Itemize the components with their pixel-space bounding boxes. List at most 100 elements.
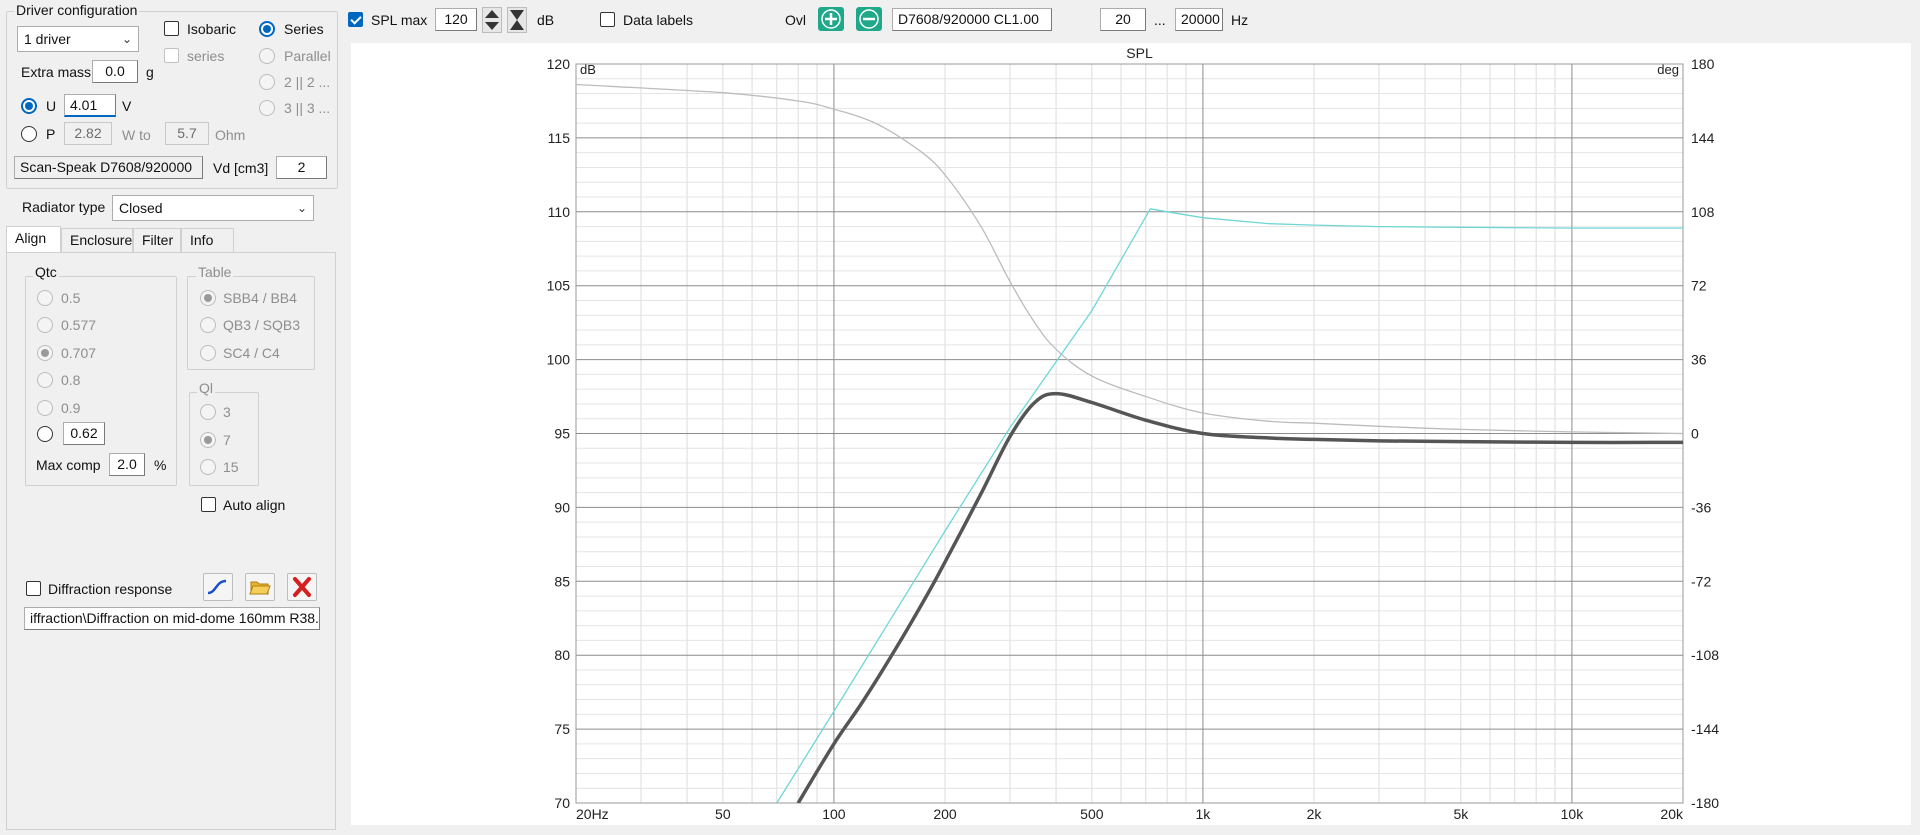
qtc-option-label: 0.707 [61, 345, 97, 361]
spl-spinner-button[interactable] [482, 7, 502, 33]
u-label: U [46, 98, 57, 114]
diffraction-file-field[interactable]: iffraction\Diffraction on mid-dome 160mm… [24, 607, 320, 630]
y-tick-label: 75 [554, 721, 570, 737]
u-radio[interactable] [21, 98, 37, 114]
y2-tick-label: -108 [1691, 647, 1719, 663]
diffraction-checkbox[interactable] [26, 581, 41, 596]
driver-count-value: 1 driver [24, 31, 71, 47]
ql-option-label: 3 [223, 404, 231, 420]
isobaric-checkbox[interactable] [164, 21, 179, 36]
series-checkbox[interactable] [164, 48, 179, 63]
spl-max-unit: dB [537, 12, 555, 28]
y-tick-label: 95 [554, 426, 570, 442]
max-comp-input[interactable]: 2.0 [109, 453, 145, 476]
ohm-unit: Ohm [215, 127, 246, 143]
data-labels-label: Data labels [623, 12, 694, 28]
table-radio-qb3[interactable] [200, 317, 216, 333]
auto-align-checkbox[interactable] [201, 497, 216, 512]
x-tick-label: 1k [1196, 806, 1212, 822]
qtc-option-label: 0.8 [61, 372, 81, 388]
y-axis-unit-label: dB [580, 62, 596, 77]
ovl-label: Ovl [785, 12, 806, 28]
qtc-radio-0-577[interactable] [37, 317, 53, 333]
qtc-radio-0-707[interactable] [37, 345, 53, 361]
series-radio[interactable] [259, 21, 275, 37]
y2-tick-label: -180 [1691, 795, 1719, 811]
p-radio[interactable] [21, 126, 37, 142]
max-comp-unit: % [154, 457, 167, 473]
ql-title: Ql [197, 380, 215, 396]
y-tick-label: 80 [554, 647, 570, 663]
qtc-title: Qtc [33, 264, 59, 280]
y2-tick-label: 180 [1691, 56, 1715, 72]
delete-button[interactable] [287, 573, 317, 601]
radiator-type-select[interactable]: Closed ⌄ [112, 195, 314, 221]
x-tick-label: 100 [822, 806, 846, 822]
data-labels-checkbox[interactable] [600, 12, 615, 27]
y-tick-label: 100 [547, 352, 571, 368]
y2-axis-unit-label: deg [1657, 62, 1679, 77]
qtc-option-label: 0.5 [61, 290, 81, 306]
spl-chart[interactable]: 120 115 110 105 100 95 90 85 80 75 70 180 144 108 72 36… [351, 43, 1911, 825]
config-2x2-radio[interactable] [259, 74, 275, 90]
tab-filter[interactable]: Filter [133, 228, 181, 252]
x-tick-label: 2k [1307, 806, 1323, 822]
spl-max-input[interactable]: 120 [435, 8, 477, 31]
qtc-option-label: 0.9 [61, 400, 81, 416]
y2-tick-label: 0 [1691, 426, 1699, 442]
diffraction-curve-button[interactable] [203, 573, 233, 601]
plus-icon [821, 9, 841, 29]
qtc-radio-0-9[interactable] [37, 400, 53, 416]
auto-align-label: Auto align [223, 497, 286, 513]
spl-range-button[interactable] [507, 7, 527, 33]
radiator-type-label: Radiator type [22, 199, 106, 215]
chart-title: SPL [1126, 45, 1153, 61]
table-title: Table [196, 264, 234, 280]
table-radio-sbb4[interactable] [200, 290, 216, 306]
config-3x3-radio[interactable] [259, 100, 275, 116]
qtc-custom-input[interactable]: 0.62 [63, 422, 105, 445]
ql-radio-15[interactable] [200, 459, 216, 475]
y-tick-label: 70 [554, 795, 570, 811]
spl-chart-area[interactable]: 120 115 110 105 100 95 90 85 80 75 70 180 144 108 72 36… [351, 43, 1911, 825]
y2-tick-label: 144 [1691, 130, 1715, 146]
qtc-radio-0-5[interactable] [37, 290, 53, 306]
ohm-input[interactable]: 5.7 [165, 122, 209, 145]
remove-overlay-button[interactable] [856, 7, 882, 31]
qtc-option-label: 0.577 [61, 317, 97, 333]
ql-radio-7[interactable] [200, 432, 216, 448]
driver-name-field[interactable]: Scan-Speak D7608/920000 [14, 156, 203, 179]
freq-min-input[interactable]: 20 [1100, 8, 1146, 31]
freq-max-input[interactable]: 20000 [1175, 8, 1223, 31]
table-radio-sc4[interactable] [200, 345, 216, 361]
ql-radio-3[interactable] [200, 404, 216, 420]
x-tick-label: 500 [1080, 806, 1104, 822]
p-power-input[interactable]: 2.82 [64, 122, 112, 145]
qtc-radio-custom[interactable] [37, 426, 53, 442]
add-overlay-button[interactable] [818, 7, 844, 31]
parallel-radio[interactable] [259, 48, 275, 64]
spl-max-checkbox[interactable] [348, 12, 363, 27]
table-option-label: SC4 / C4 [223, 345, 280, 361]
driver-count-select[interactable]: 1 driver ⌄ [17, 26, 139, 52]
chevron-down-icon: ⌄ [296, 201, 307, 215]
y2-tick-label: -72 [1691, 573, 1711, 589]
qtc-radio-0-8[interactable] [37, 372, 53, 388]
open-file-button[interactable] [245, 573, 275, 601]
p-unit: W to [122, 127, 151, 143]
tab-enclosure[interactable]: Enclosure [61, 228, 133, 252]
vd-label: Vd [cm3] [213, 160, 269, 176]
config-3x3-label: 3 || 3 ... [284, 100, 331, 116]
parallel-label: Parallel [284, 48, 331, 64]
tab-align[interactable]: Align [6, 226, 61, 252]
freq-unit: Hz [1231, 12, 1249, 28]
spl-max-label: SPL max [371, 12, 428, 28]
extra-mass-input[interactable]: 0.0 [92, 60, 138, 83]
u-voltage-input[interactable]: 4.01 [64, 94, 116, 117]
minus-icon [859, 9, 879, 29]
tab-info[interactable]: Info [181, 228, 234, 252]
freq-range-separator: ... [1154, 12, 1166, 28]
overlay-driver-field[interactable]: D7608/920000 CL1.00 [892, 8, 1052, 31]
vd-input[interactable]: 2 [276, 156, 327, 179]
y2-tick-label: -144 [1691, 721, 1719, 737]
